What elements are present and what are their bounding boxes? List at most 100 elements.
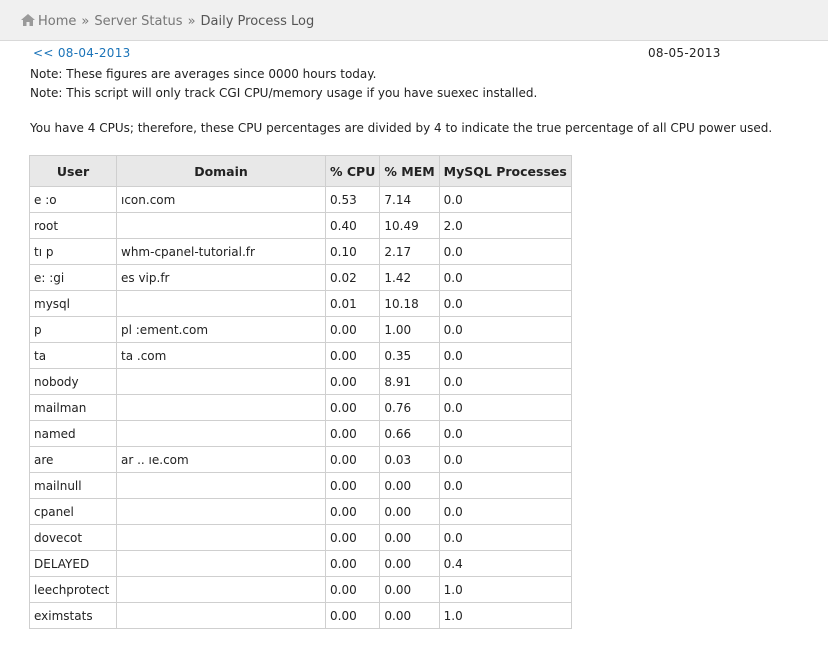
cell-domain: ar .. ıe.com <box>116 446 326 473</box>
table-row: cpanel 0.00 0.00 0.0 <box>29 498 572 525</box>
breadcrumb-server-status-link[interactable]: Server Status <box>94 14 182 29</box>
cell-cpu: 0.00 <box>324 602 381 629</box>
cell-mem: 0.00 <box>379 550 440 577</box>
home-icon[interactable] <box>21 14 35 26</box>
cell-cpu: 0.40 <box>324 212 381 239</box>
cell-user: mailman <box>29 394 117 421</box>
cell-domain: pl :ement.com <box>116 316 326 343</box>
cell-cpu: 0.53 <box>324 186 381 213</box>
cell-mem: 0.76 <box>379 394 440 421</box>
table-row: e :o ıcon.com 0.53 7.14 0.0 <box>29 186 572 213</box>
cell-user: mysql <box>29 290 117 317</box>
cell-domain <box>116 420 326 447</box>
cell-mysql-processes: 0.0 <box>438 498 572 525</box>
cell-domain <box>116 472 326 499</box>
cell-mem: 0.35 <box>379 342 440 369</box>
note-cpus: You have 4 CPUs; therefore, these CPU pe… <box>30 121 773 135</box>
cell-cpu: 0.00 <box>324 420 381 447</box>
cell-user: root <box>29 212 117 239</box>
column-header-user: User <box>29 155 117 187</box>
cell-mem: 2.17 <box>379 238 440 265</box>
cell-domain <box>116 524 326 551</box>
process-log-table: User Domain % CPU % MEM MySQL Processes … <box>29 155 572 629</box>
cell-mysql-processes: 0.0 <box>438 420 572 447</box>
column-header-mem: % MEM <box>379 155 440 187</box>
column-header-mysql-processes: MySQL Processes <box>438 155 572 187</box>
table-header-row: User Domain % CPU % MEM MySQL Processes <box>29 155 572 187</box>
current-date: 08-05-2013 <box>648 46 721 60</box>
column-header-cpu: % CPU <box>324 155 381 187</box>
table-row: eximstats 0.00 0.00 1.0 <box>29 602 572 629</box>
cell-cpu: 0.00 <box>324 524 381 551</box>
cell-mem: 1.00 <box>379 316 440 343</box>
column-header-domain: Domain <box>116 155 326 187</box>
table-row: named 0.00 0.66 0.0 <box>29 420 572 447</box>
cell-cpu: 0.00 <box>324 316 381 343</box>
cell-mem: 8.91 <box>379 368 440 395</box>
cell-cpu: 0.10 <box>324 238 381 265</box>
cell-mem: 10.18 <box>379 290 440 317</box>
cell-domain <box>116 498 326 525</box>
cell-user: e :o <box>29 186 117 213</box>
breadcrumb-separator: » <box>187 14 196 29</box>
cell-mem: 1.42 <box>379 264 440 291</box>
cell-user: e: :gi <box>29 264 117 291</box>
cell-cpu: 0.00 <box>324 550 381 577</box>
cell-domain <box>116 576 326 603</box>
cell-mem: 0.03 <box>379 446 440 473</box>
cell-user: are <box>29 446 117 473</box>
date-navigation: << 08-04-2013 08-05-2013 <box>0 46 828 62</box>
cell-mysql-processes: 0.4 <box>438 550 572 577</box>
cell-mysql-processes: 1.0 <box>438 576 572 603</box>
cell-mysql-processes: 2.0 <box>438 212 572 239</box>
breadcrumb-home-link[interactable]: Home <box>38 14 76 29</box>
table-row: p pl :ement.com 0.00 1.00 0.0 <box>29 316 572 343</box>
cell-mem: 0.00 <box>379 498 440 525</box>
table-row: are ar .. ıe.com 0.00 0.03 0.0 <box>29 446 572 473</box>
cell-mysql-processes: 0.0 <box>438 290 572 317</box>
cell-domain: ıcon.com <box>116 186 326 213</box>
table-row: nobody 0.00 8.91 0.0 <box>29 368 572 395</box>
table-row: tı p whm-cpanel-tutorial.fr 0.10 2.17 0.0 <box>29 238 572 265</box>
cell-mysql-processes: 0.0 <box>438 524 572 551</box>
previous-day-link[interactable]: << 08-04-2013 <box>33 46 131 60</box>
breadcrumb: Home » Server Status » Daily Process Log <box>21 14 314 29</box>
cell-mem: 10.49 <box>379 212 440 239</box>
table-row: mailnull 0.00 0.00 0.0 <box>29 472 572 499</box>
cell-cpu: 0.00 <box>324 576 381 603</box>
table-row: root 0.40 10.49 2.0 <box>29 212 572 239</box>
note-suexec: Note: This script will only track CGI CP… <box>30 86 538 100</box>
breadcrumb-bar: Home » Server Status » Daily Process Log <box>0 0 828 41</box>
cell-mysql-processes: 0.0 <box>438 186 572 213</box>
cell-domain: whm-cpanel-tutorial.fr <box>116 238 326 265</box>
cell-domain <box>116 212 326 239</box>
cell-user: dovecot <box>29 524 117 551</box>
cell-mem: 0.00 <box>379 524 440 551</box>
cell-mysql-processes: 0.0 <box>438 368 572 395</box>
cell-mysql-processes: 0.0 <box>438 238 572 265</box>
cell-cpu: 0.00 <box>324 472 381 499</box>
breadcrumb-separator: » <box>81 14 90 29</box>
table-row: mysql 0.01 10.18 0.0 <box>29 290 572 317</box>
cell-user: eximstats <box>29 602 117 629</box>
cell-cpu: 0.00 <box>324 368 381 395</box>
cell-domain: es vip.fr <box>116 264 326 291</box>
table-row: DELAYED 0.00 0.00 0.4 <box>29 550 572 577</box>
cell-mem: 0.00 <box>379 602 440 629</box>
cell-mysql-processes: 0.0 <box>438 472 572 499</box>
cell-mem: 0.66 <box>379 420 440 447</box>
cell-user: cpanel <box>29 498 117 525</box>
cell-mysql-processes: 0.0 <box>438 316 572 343</box>
cell-cpu: 0.00 <box>324 394 381 421</box>
cell-cpu: 0.00 <box>324 498 381 525</box>
cell-domain <box>116 602 326 629</box>
cell-user: mailnull <box>29 472 117 499</box>
cell-mem: 0.00 <box>379 472 440 499</box>
table-row: dovecot 0.00 0.00 0.0 <box>29 524 572 551</box>
table-row: ta ta .com 0.00 0.35 0.0 <box>29 342 572 369</box>
cell-user: p <box>29 316 117 343</box>
cell-mysql-processes: 1.0 <box>438 602 572 629</box>
cell-domain <box>116 290 326 317</box>
cell-mysql-processes: 0.0 <box>438 394 572 421</box>
cell-cpu: 0.01 <box>324 290 381 317</box>
